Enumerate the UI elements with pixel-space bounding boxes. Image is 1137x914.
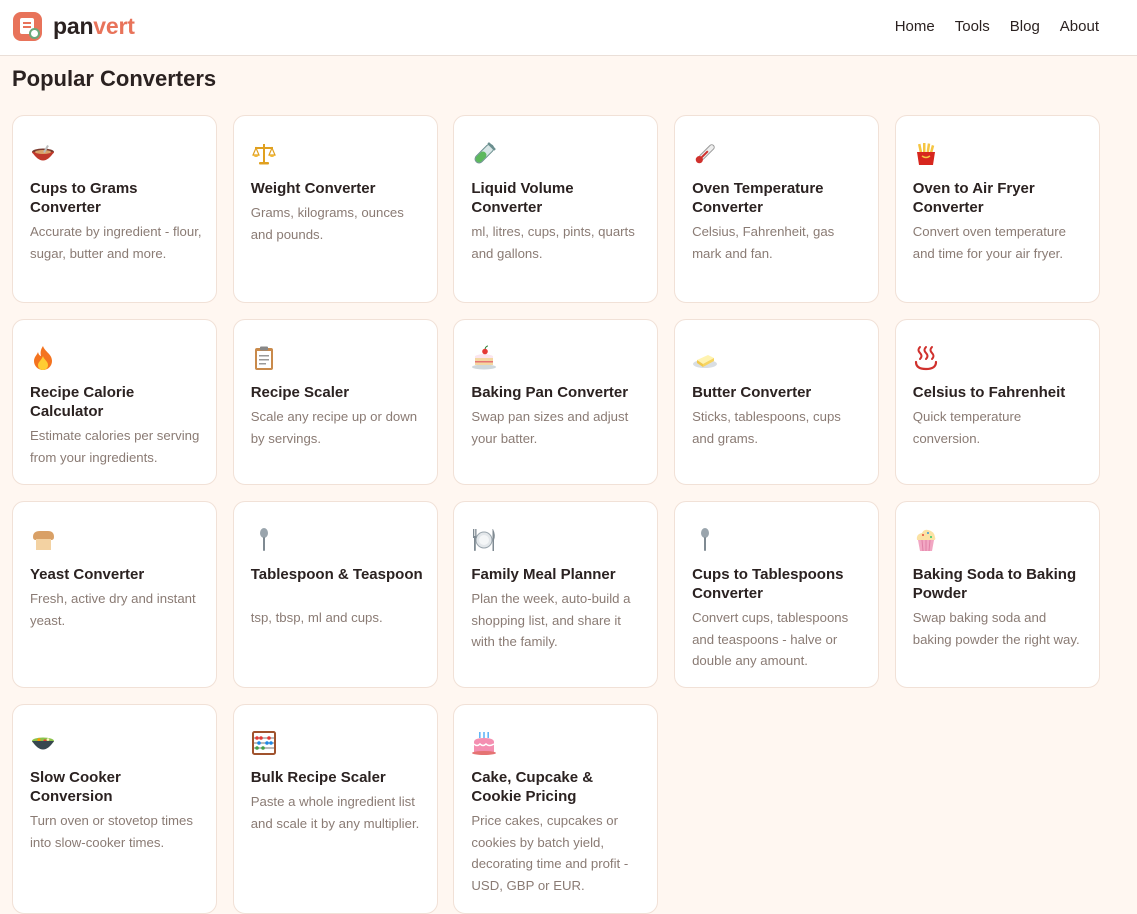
card-title: Cake, Cupcake & Cookie Pricing <box>471 769 594 805</box>
nav-tools-link[interactable]: Tools <box>955 18 990 36</box>
main-nav: Home Tools Blog About <box>895 18 1099 36</box>
card-cups-to-grams[interactable]: Cups to Grams Converter Accurate by ingr… <box>12 115 217 303</box>
card-cups-to-tablespoons[interactable]: Cups to Tablespoons Converter Convert cu… <box>674 501 880 688</box>
card-baking-pan-converter[interactable]: Baking Pan Converter Swap pan sizes and … <box>453 319 659 485</box>
panvert-logo-icon <box>13 12 42 41</box>
card-description: Plan the week, auto-build a shopping lis… <box>471 591 631 649</box>
card-title: Recipe Calorie Calculator <box>30 384 135 420</box>
card-title: Baking Pan Converter <box>471 384 629 401</box>
card-description: Swap pan sizes and adjust your batter. <box>471 409 629 446</box>
stew-pot-icon <box>32 737 54 750</box>
mixing-bowl-icon <box>32 145 54 161</box>
card-oven-temperature[interactable]: Oven Temperature Converter Celsius, Fahr… <box>674 115 880 303</box>
thermometer-icon <box>695 144 715 164</box>
card-description: Sticks, tablespoons, cups and grams. <box>692 409 841 446</box>
french-fries-icon <box>916 143 935 165</box>
panvert-logo-link[interactable]: panvert <box>13 12 135 41</box>
card-title: Cups to Tablespoons Converter <box>692 566 844 602</box>
butter-icon <box>693 355 718 368</box>
card-description: Estimate calories per serving from your … <box>30 428 200 465</box>
hot-springs-icon <box>914 346 937 371</box>
card-recipe-calorie-calculator[interactable]: Recipe Calorie Calculator Estimate calor… <box>12 319 217 485</box>
card-title: Liquid Volume Converter <box>471 180 574 216</box>
card-title: Yeast Converter <box>30 566 145 583</box>
spoon-icon <box>701 528 710 551</box>
page-title: Popular Converters <box>12 66 217 91</box>
card-description: Swap baking soda and baking powder the r… <box>912 610 1080 647</box>
spoon-icon <box>259 528 268 551</box>
card-description: ml, litres, cups, pints, quarts and gall… <box>471 224 635 261</box>
nav-blog-link[interactable]: Blog <box>1010 18 1040 36</box>
card-celsius-to-fahrenheit[interactable]: Celsius to Fahrenheit Quick temperature … <box>894 319 1100 485</box>
test-tube-icon <box>474 142 496 164</box>
card-title: Bulk Recipe Scaler <box>250 769 386 786</box>
card-title: Family Meal Planner <box>471 566 616 583</box>
nav-about-link[interactable]: About <box>1060 18 1099 36</box>
card-liquid-volume[interactable]: Liquid Volume Converter ml, litres, cups… <box>453 115 659 303</box>
card-weight-converter[interactable]: Weight Converter Grams, kilograms, ounce… <box>232 115 438 303</box>
card-title: Oven to Air Fryer Converter <box>912 180 1035 216</box>
card-description: Accurate by ingredient - flour, sugar, b… <box>30 224 202 261</box>
card-cake-cupcake-cookie-pricing[interactable]: Cake, Cupcake & Cookie Pricing Price cak… <box>453 704 659 914</box>
card-description: Grams, kilograms, ounces and pounds. <box>250 205 404 242</box>
card-description: Paste a whole ingredient list and scale … <box>250 794 420 831</box>
cupcake-icon <box>916 529 936 552</box>
card-title: Butter Converter <box>692 384 812 401</box>
nav-home-link[interactable]: Home <box>895 18 935 36</box>
top-navigation-bar: panvert Home Tools Blog About <box>0 0 1137 56</box>
abacus-icon <box>251 731 276 755</box>
card-title: Oven Temperature Converter <box>692 180 824 216</box>
card-title: Baking Soda to Baking Powder <box>912 566 1077 602</box>
converter-grid: Cups to Grams Converter Accurate by ingr… <box>12 115 1100 914</box>
fire-icon <box>34 346 52 370</box>
card-bulk-recipe-scaler[interactable]: Bulk Recipe Scaler Paste a whole ingredi… <box>232 704 438 914</box>
card-title: Recipe Scaler <box>250 384 350 401</box>
card-description: Quick temperature conversion. <box>912 409 1022 446</box>
card-title: Slow Cooker Conversion <box>30 769 121 805</box>
card-title: Weight Converter <box>250 180 376 197</box>
card-baking-soda-to-powder[interactable]: Baking Soda to Baking Powder Swap baking… <box>894 501 1100 688</box>
card-butter-converter[interactable]: Butter Converter Sticks, tablespoons, cu… <box>674 319 880 485</box>
card-slow-cooker-conversion[interactable]: Slow Cooker Conversion Turn oven or stov… <box>12 704 217 914</box>
card-title: Celsius to Fahrenheit <box>912 384 1066 401</box>
card-yeast-converter[interactable]: Yeast Converter Fresh, active dry and in… <box>12 501 217 688</box>
birthday-cake-icon <box>472 732 497 755</box>
card-description: tsp, tbsp, ml and cups. <box>250 610 383 625</box>
card-title: Cups to Grams Converter <box>30 180 138 216</box>
card-recipe-scaler[interactable]: Recipe Scaler Scale any recipe up or dow… <box>232 319 438 485</box>
balance-scale-icon <box>251 144 276 165</box>
card-title: Tablespoon & Teaspoon <box>250 566 423 583</box>
card-description: Fresh, active dry and instant yeast. <box>30 591 196 628</box>
card-description: Scale any recipe up or down by servings. <box>250 409 418 446</box>
card-description: Convert cups, tablespoons and teaspoons … <box>692 610 849 668</box>
clipboard-icon <box>254 346 273 370</box>
brand-name: panvert <box>53 13 135 39</box>
card-oven-to-air-fryer[interactable]: Oven to Air Fryer Converter Convert oven… <box>894 115 1100 303</box>
card-description: Price cakes, cupcakes or cookies by batc… <box>471 813 629 893</box>
plate-cutlery-icon <box>473 529 496 551</box>
card-description: Turn oven or stovetop times into slow-co… <box>30 813 193 850</box>
card-tablespoon-teaspoon[interactable]: Tablespoon & Teaspoon tsp, tbsp, ml and … <box>232 501 438 688</box>
card-family-meal-planner[interactable]: Family Meal Planner Plan the week, auto-… <box>453 501 659 688</box>
card-description: Convert oven temperature and time for yo… <box>912 224 1066 261</box>
bread-icon <box>33 531 54 550</box>
card-description: Celsius, Fahrenheit, gas mark and fan. <box>692 224 835 261</box>
cake-slice-icon <box>472 345 497 370</box>
